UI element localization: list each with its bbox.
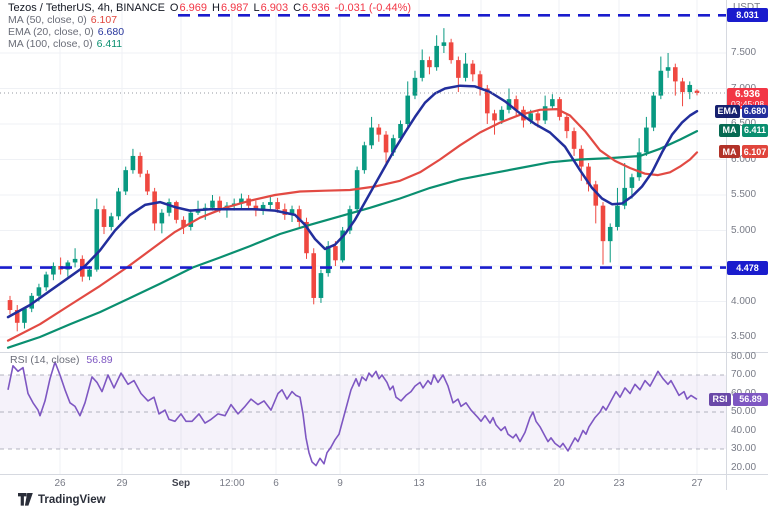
time-axis-label: 20 <box>553 478 564 490</box>
symbol-legend-row[interactable]: Tezos / TetherUS, 4h, BINANCE O6.969 H6.98… <box>8 3 411 15</box>
ohlc-low-label: L <box>254 2 260 14</box>
indicator-value: 6.411 <box>97 38 123 50</box>
price-axis-tick: 4.000 <box>731 296 756 308</box>
indicator-label: EMA (20, close, 0) <box>8 26 94 38</box>
main-legend: Tezos / TetherUS, 4h, BINANCE O6.969 H6.98… <box>8 3 411 51</box>
time-axis-label: 13 <box>413 478 424 490</box>
ohlc-high-label: H <box>212 2 220 14</box>
indicator-value: 6.680 <box>98 26 124 38</box>
current-price-value: 6.936 <box>727 88 768 100</box>
indicator-value: 6.107 <box>91 14 117 26</box>
price-axis-tick: 7.500 <box>731 47 756 59</box>
ohlc-change-value: -0.031 (-0.44%) <box>335 2 411 14</box>
rsi-axis-tick: 20.00 <box>731 462 756 474</box>
ohlc-close-label: C <box>293 2 301 14</box>
price-level-tag: 8.031 <box>727 8 768 22</box>
ohlc-close-value: 6.936 <box>302 2 330 14</box>
rsi-legend-label: RSI (14, close) <box>10 354 79 366</box>
ma50-tag-value: 6.107 <box>742 145 768 158</box>
time-axis-label: 6 <box>273 478 279 490</box>
ohlc-high-value: 6.987 <box>221 2 249 14</box>
rsi-axis-tick: 70.00 <box>731 369 756 381</box>
rsi-axis-tick: 40.00 <box>731 425 756 437</box>
indicator-legend-ma50[interactable]: MA (50, close, 0) 6.107 <box>8 15 411 27</box>
rsi-tag-label: RSI <box>709 393 731 406</box>
ohlc-readout: O6.969 H6.987 L6.903 C6.936 -0.031 (-0.44%) <box>165 2 411 14</box>
indicator-label: MA (50, close, 0) <box>8 14 87 26</box>
rsi-legend-value: 56.89 <box>86 354 112 366</box>
time-axis-label: 12:00 <box>219 478 244 490</box>
ma100-tag-value: 6.411 <box>742 124 768 137</box>
tradingview-logo-text: TradingView <box>38 494 106 506</box>
rsi-axis-tick: 50.00 <box>731 406 756 418</box>
indicator-legend-ma100[interactable]: MA (100, close, 0) 6.411 <box>8 39 411 51</box>
ohlc-open-label: O <box>170 2 179 14</box>
time-axis-label: 9 <box>337 478 343 490</box>
price-axis-tick: 5.500 <box>731 189 756 201</box>
ma50-tag-label: MA <box>719 145 740 158</box>
tradingview-chart-window: Tezos / TetherUS, 4h, BINANCE O6.969 H6.98… <box>0 0 768 512</box>
ohlc-open-value: 6.969 <box>179 2 207 14</box>
rsi-legend[interactable]: RSI (14, close) 56.89 <box>10 354 113 366</box>
ohlc-low-value: 6.903 <box>261 2 289 14</box>
time-axis-label: 16 <box>475 478 486 490</box>
symbol-title[interactable]: Tezos / TetherUS, 4h, BINANCE <box>8 2 165 14</box>
price-axis-tick: 5.000 <box>731 225 756 237</box>
price-axis-tick: 3.500 <box>731 331 756 343</box>
time-axis-label: 29 <box>116 478 127 490</box>
time-axis-label: Sep <box>172 478 190 490</box>
ma100-tag-label: MA <box>719 124 740 137</box>
time-axis-label: 23 <box>613 478 624 490</box>
time-axis-label: 27 <box>691 478 702 490</box>
chart-labels-layer: Tezos / TetherUS, 4h, BINANCE O6.969 H6.98… <box>0 0 768 512</box>
tradingview-logo[interactable]: TradingView <box>18 493 106 506</box>
ema20-tag-value: 6.680 <box>742 105 768 118</box>
rsi-axis-tick: 80.00 <box>731 351 756 363</box>
indicator-label: MA (100, close, 0) <box>8 38 93 50</box>
ema20-tag-label: EMA <box>715 105 740 118</box>
price-level-tag: 4.478 <box>727 261 768 275</box>
tradingview-logo-icon <box>18 493 33 506</box>
time-axis-label: 26 <box>54 478 65 490</box>
rsi-tag-value: 56.89 <box>733 393 768 406</box>
indicator-legend-ema20[interactable]: EMA (20, close, 0) 6.680 <box>8 27 411 39</box>
rsi-axis-tick: 30.00 <box>731 443 756 455</box>
